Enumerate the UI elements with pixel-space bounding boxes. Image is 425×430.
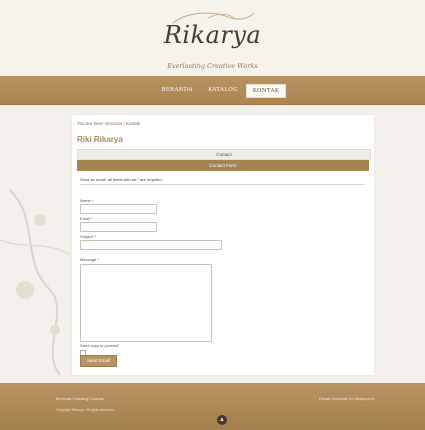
site-logo[interactable]: Rikarya <box>0 21 425 49</box>
message-textarea[interactable] <box>80 264 212 342</box>
breadcrumb-home-link[interactable]: Beranda <box>105 121 122 126</box>
nav-item-beranda[interactable]: BERANDA <box>158 84 196 96</box>
breadcrumb-prefix: You are here: <box>77 121 104 126</box>
content-panel: You are here: Beranda / Kontak Riki Rika… <box>72 115 374 375</box>
page-title: Riki Rikarya <box>77 135 123 144</box>
email-field[interactable] <box>80 222 157 232</box>
footer-copyright: Copyright Rikarya. All rights reserved. <box>56 408 115 412</box>
divider <box>80 184 365 185</box>
site-tagline: Everlasting Creative Works <box>167 62 258 70</box>
message-label: Message * <box>80 257 99 262</box>
tab-contact[interactable]: Contact <box>77 149 371 160</box>
footer-links[interactable]: Beranda | Katalog | Kontak <box>56 396 104 401</box>
breadcrumb-current: Kontak <box>125 121 140 126</box>
name-label: Name * <box>80 198 94 203</box>
name-field[interactable] <box>80 204 157 214</box>
footer-credit[interactable]: Desain template by rikarya.com <box>319 396 375 401</box>
required-note: Send an email. All fields with an * are … <box>80 177 163 182</box>
main-nav: BERANDA KATALOG KONTAK <box>0 76 425 105</box>
email-label: Email * <box>80 216 93 221</box>
tab-contact-form[interactable]: Contact Form <box>77 160 369 171</box>
site-header: Rikarya Everlasting Creative Works <box>0 0 425 76</box>
nav-item-katalog[interactable]: KATALOG <box>206 84 240 96</box>
send-copy-label: Send copy to yourself <box>80 343 119 348</box>
send-email-button[interactable]: Send Email <box>80 355 117 367</box>
nav-item-kontak[interactable]: KONTAK <box>246 84 286 98</box>
breadcrumb-separator: / <box>123 121 125 126</box>
subject-label: Subject * <box>80 234 97 239</box>
back-to-top-icon[interactable]: ▲ <box>217 415 227 425</box>
site-footer: Beranda | Katalog | Kontak Copyright Rik… <box>0 383 425 430</box>
breadcrumb: You are here: Beranda / Kontak <box>77 121 140 126</box>
subject-field[interactable] <box>80 240 222 250</box>
